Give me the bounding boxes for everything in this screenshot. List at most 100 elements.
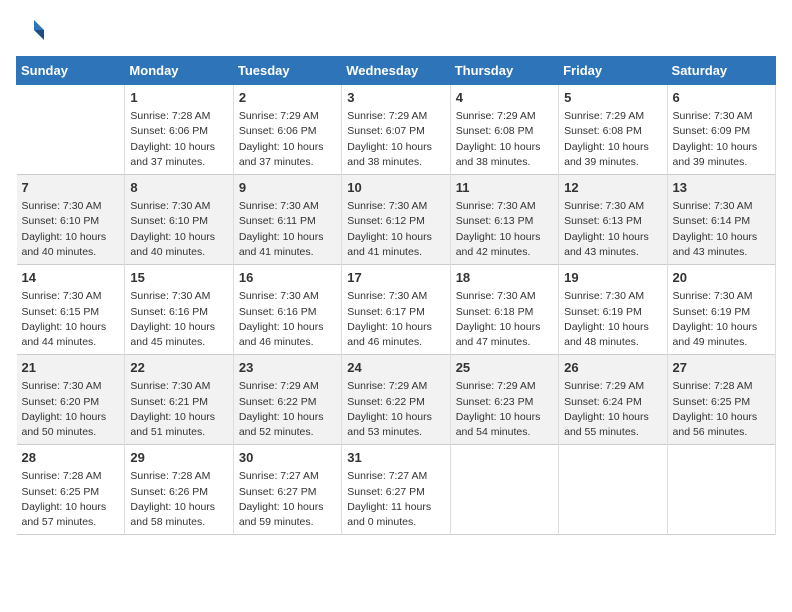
day-number: 15 <box>130 269 227 287</box>
header-cell-sunday: Sunday <box>17 57 125 85</box>
calendar-cell: 18 Sunrise: 7:30 AM Sunset: 6:18 PM Dayli… <box>450 265 558 355</box>
calendar-cell <box>559 445 667 535</box>
day-number: 7 <box>22 179 120 197</box>
day-info: Sunrise: 7:29 AM Sunset: 6:06 PM Dayligh… <box>239 109 336 170</box>
calendar-cell: 20 Sunrise: 7:30 AM Sunset: 6:19 PM Dayli… <box>667 265 775 355</box>
day-number: 31 <box>347 449 444 467</box>
day-info: Sunrise: 7:30 AM Sunset: 6:09 PM Dayligh… <box>673 109 770 170</box>
calendar-cell: 31 Sunrise: 7:27 AM Sunset: 6:27 PM Dayli… <box>342 445 450 535</box>
day-number: 29 <box>130 449 227 467</box>
day-number: 17 <box>347 269 444 287</box>
day-info: Sunrise: 7:30 AM Sunset: 6:11 PM Dayligh… <box>239 199 336 260</box>
day-number: 26 <box>564 359 661 377</box>
day-number: 5 <box>564 89 661 107</box>
calendar-cell: 28 Sunrise: 7:28 AM Sunset: 6:25 PM Dayli… <box>17 445 125 535</box>
day-info: Sunrise: 7:30 AM Sunset: 6:13 PM Dayligh… <box>564 199 661 260</box>
calendar-cell: 21 Sunrise: 7:30 AM Sunset: 6:20 PM Dayli… <box>17 355 125 445</box>
calendar-cell: 27 Sunrise: 7:28 AM Sunset: 6:25 PM Dayli… <box>667 355 775 445</box>
day-info: Sunrise: 7:30 AM Sunset: 6:19 PM Dayligh… <box>673 289 770 350</box>
day-number: 14 <box>22 269 120 287</box>
calendar-week-row: 7 Sunrise: 7:30 AM Sunset: 6:10 PM Daylig… <box>17 175 776 265</box>
day-info: Sunrise: 7:27 AM Sunset: 6:27 PM Dayligh… <box>239 469 336 530</box>
header-cell-tuesday: Tuesday <box>233 57 341 85</box>
day-info: Sunrise: 7:29 AM Sunset: 6:22 PM Dayligh… <box>239 379 336 440</box>
calendar-cell: 19 Sunrise: 7:30 AM Sunset: 6:19 PM Dayli… <box>559 265 667 355</box>
day-number: 16 <box>239 269 336 287</box>
day-info: Sunrise: 7:30 AM Sunset: 6:19 PM Dayligh… <box>564 289 661 350</box>
calendar-cell: 7 Sunrise: 7:30 AM Sunset: 6:10 PM Daylig… <box>17 175 125 265</box>
calendar-cell: 6 Sunrise: 7:30 AM Sunset: 6:09 PM Daylig… <box>667 85 775 175</box>
day-info: Sunrise: 7:29 AM Sunset: 6:22 PM Dayligh… <box>347 379 444 440</box>
page-header <box>16 16 776 44</box>
day-info: Sunrise: 7:28 AM Sunset: 6:25 PM Dayligh… <box>673 379 770 440</box>
calendar-week-row: 1 Sunrise: 7:28 AM Sunset: 6:06 PM Daylig… <box>17 85 776 175</box>
calendar-week-row: 21 Sunrise: 7:30 AM Sunset: 6:20 PM Dayli… <box>17 355 776 445</box>
day-info: Sunrise: 7:30 AM Sunset: 6:12 PM Dayligh… <box>347 199 444 260</box>
day-number: 3 <box>347 89 444 107</box>
day-number: 13 <box>673 179 770 197</box>
day-number: 24 <box>347 359 444 377</box>
calendar-cell: 9 Sunrise: 7:30 AM Sunset: 6:11 PM Daylig… <box>233 175 341 265</box>
day-number: 10 <box>347 179 444 197</box>
day-info: Sunrise: 7:29 AM Sunset: 6:08 PM Dayligh… <box>564 109 661 170</box>
day-number: 12 <box>564 179 661 197</box>
day-info: Sunrise: 7:30 AM Sunset: 6:20 PM Dayligh… <box>22 379 120 440</box>
day-info: Sunrise: 7:28 AM Sunset: 6:06 PM Dayligh… <box>130 109 227 170</box>
day-info: Sunrise: 7:30 AM Sunset: 6:21 PM Dayligh… <box>130 379 227 440</box>
day-number: 21 <box>22 359 120 377</box>
header-cell-monday: Monday <box>125 57 233 85</box>
day-info: Sunrise: 7:27 AM Sunset: 6:27 PM Dayligh… <box>347 469 444 530</box>
calendar-cell: 17Sunrise: 7:30 AM Sunset: 6:17 PM Dayli… <box>342 265 450 355</box>
day-number: 25 <box>456 359 553 377</box>
day-info: Sunrise: 7:30 AM Sunset: 6:16 PM Dayligh… <box>239 289 336 350</box>
calendar-cell: 2 Sunrise: 7:29 AM Sunset: 6:06 PM Daylig… <box>233 85 341 175</box>
day-info: Sunrise: 7:28 AM Sunset: 6:25 PM Dayligh… <box>22 469 120 530</box>
day-number: 30 <box>239 449 336 467</box>
calendar-cell: 25 Sunrise: 7:29 AM Sunset: 6:23 PM Dayli… <box>450 355 558 445</box>
day-number: 20 <box>673 269 770 287</box>
calendar-cell: 23 Sunrise: 7:29 AM Sunset: 6:22 PM Dayli… <box>233 355 341 445</box>
day-number: 2 <box>239 89 336 107</box>
header-cell-thursday: Thursday <box>450 57 558 85</box>
day-number: 6 <box>673 89 770 107</box>
day-number: 19 <box>564 269 661 287</box>
day-info: Sunrise: 7:30 AM Sunset: 6:18 PM Dayligh… <box>456 289 553 350</box>
calendar-cell: 10 Sunrise: 7:30 AM Sunset: 6:12 PM Dayli… <box>342 175 450 265</box>
header-cell-wednesday: Wednesday <box>342 57 450 85</box>
calendar-cell: 8Sunrise: 7:30 AM Sunset: 6:10 PM Daylig… <box>125 175 233 265</box>
calendar-cell: 12 Sunrise: 7:30 AM Sunset: 6:13 PM Dayli… <box>559 175 667 265</box>
calendar-cell: 29 Sunrise: 7:28 AM Sunset: 6:26 PM Dayli… <box>125 445 233 535</box>
logo-icon <box>16 16 44 44</box>
calendar-cell: 26 Sunrise: 7:29 AM Sunset: 6:24 PM Dayli… <box>559 355 667 445</box>
calendar-cell: 24 Sunrise: 7:29 AM Sunset: 6:22 PM Dayli… <box>342 355 450 445</box>
calendar-header-row: SundayMondayTuesdayWednesdayThursdayFrid… <box>17 57 776 85</box>
day-number: 11 <box>456 179 553 197</box>
day-number: 23 <box>239 359 336 377</box>
calendar-cell <box>450 445 558 535</box>
day-number: 1 <box>130 89 227 107</box>
day-number: 28 <box>22 449 120 467</box>
calendar-cell: 16 Sunrise: 7:30 AM Sunset: 6:16 PM Dayli… <box>233 265 341 355</box>
day-info: Sunrise: 7:30 AM Sunset: 6:13 PM Dayligh… <box>456 199 553 260</box>
calendar-cell: 13 Sunrise: 7:30 AM Sunset: 6:14 PM Dayli… <box>667 175 775 265</box>
day-number: 8 <box>130 179 227 197</box>
calendar-cell: 22 Sunrise: 7:30 AM Sunset: 6:21 PM Dayli… <box>125 355 233 445</box>
calendar-cell: 5 Sunrise: 7:29 AM Sunset: 6:08 PM Daylig… <box>559 85 667 175</box>
calendar-cell: 14 Sunrise: 7:30 AM Sunset: 6:15 PM Dayli… <box>17 265 125 355</box>
day-info: Sunrise: 7:29 AM Sunset: 6:23 PM Dayligh… <box>456 379 553 440</box>
day-info: Sunrise: 7:29 AM Sunset: 6:08 PM Dayligh… <box>456 109 553 170</box>
calendar-table: SundayMondayTuesdayWednesdayThursdayFrid… <box>16 56 776 535</box>
day-number: 18 <box>456 269 553 287</box>
calendar-cell: 3Sunrise: 7:29 AM Sunset: 6:07 PM Daylig… <box>342 85 450 175</box>
day-number: 22 <box>130 359 227 377</box>
day-info: Sunrise: 7:30 AM Sunset: 6:16 PM Dayligh… <box>130 289 227 350</box>
calendar-cell: 30 Sunrise: 7:27 AM Sunset: 6:27 PM Dayli… <box>233 445 341 535</box>
day-number: 27 <box>673 359 770 377</box>
calendar-week-row: 28 Sunrise: 7:28 AM Sunset: 6:25 PM Dayli… <box>17 445 776 535</box>
day-info: Sunrise: 7:30 AM Sunset: 6:15 PM Dayligh… <box>22 289 120 350</box>
day-info: Sunrise: 7:30 AM Sunset: 6:14 PM Dayligh… <box>673 199 770 260</box>
day-number: 9 <box>239 179 336 197</box>
day-info: Sunrise: 7:29 AM Sunset: 6:24 PM Dayligh… <box>564 379 661 440</box>
day-info: Sunrise: 7:28 AM Sunset: 6:26 PM Dayligh… <box>130 469 227 530</box>
day-info: Sunrise: 7:30 AM Sunset: 6:10 PM Dayligh… <box>22 199 120 260</box>
